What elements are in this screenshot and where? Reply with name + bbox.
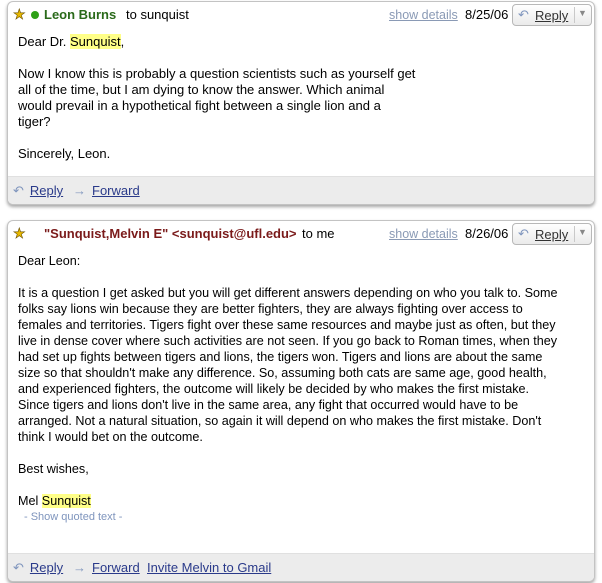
recipient-text: to sunquist <box>126 7 189 22</box>
signature: Mel Sunquist <box>18 494 91 508</box>
message-paragraph: It is a question I get asked but you wil… <box>18 286 558 444</box>
recipient-text: to me <box>302 226 335 241</box>
star-icon[interactable]: ★ <box>13 226 26 241</box>
reply-arrow-icon: ↶ <box>518 7 529 22</box>
message-footer: ↶ Reply → Forward Invite Melvin to Gmail <box>8 553 594 581</box>
footer-reply-link[interactable]: ↶ Reply <box>13 560 63 576</box>
reply-button[interactable]: ↶ Reply ▼ <box>512 223 592 245</box>
sender-name[interactable]: "Sunquist,Melvin E" <sunquist@ufl.edu> <box>44 226 297 241</box>
message-header[interactable]: ★ Leon Burns to sunquist show details 8/… <box>8 2 594 26</box>
search-highlight: Sunquist <box>70 34 121 49</box>
chevron-down-icon[interactable]: ▼ <box>577 8 588 18</box>
closing: Sincerely, Leon. <box>18 146 111 161</box>
message-body: Dear Leon: It is a question I get asked … <box>18 253 584 524</box>
reply-button-label: Reply <box>535 227 569 242</box>
divider <box>574 7 575 23</box>
footer-forward-link[interactable]: → Forward <box>73 183 140 198</box>
reply-button[interactable]: ↶ Reply ▼ <box>512 4 592 26</box>
show-details-link[interactable]: show details <box>389 227 458 241</box>
chevron-down-icon[interactable]: ▼ <box>577 227 588 237</box>
star-icon[interactable]: ★ <box>13 7 26 22</box>
closing: Best wishes, <box>18 462 89 476</box>
message-paragraph: Now I know this is probably a question s… <box>18 66 416 129</box>
message-body: Dear Dr. Sunquist, Now I know this is pr… <box>18 34 584 162</box>
show-quoted-text-link[interactable]: - Show quoted text - <box>24 511 122 523</box>
footer-reply-link[interactable]: ↶ Reply <box>13 183 63 199</box>
online-status-icon <box>31 11 39 19</box>
invite-to-gmail-link[interactable]: Invite Melvin to Gmail <box>147 560 271 575</box>
message-card-1: ★ Leon Burns to sunquist show details 8/… <box>7 1 595 205</box>
reply-arrow-icon: ↶ <box>518 226 529 241</box>
greeting: Dear Dr. Sunquist, <box>18 34 125 49</box>
message-header[interactable]: ★ "Sunquist,Melvin E" <sunquist@ufl.edu>… <box>8 221 594 245</box>
footer-forward-link[interactable]: → Forward <box>73 560 140 575</box>
greeting: Dear Leon: <box>18 254 81 268</box>
message-footer: ↶ Reply → Forward <box>8 176 594 204</box>
show-details-link[interactable]: show details <box>389 8 458 22</box>
message-date: 8/26/06 <box>465 226 509 241</box>
search-highlight: Sunquist <box>41 494 91 508</box>
message-date: 8/25/06 <box>465 7 509 22</box>
reply-arrow-icon: ↶ <box>13 183 24 198</box>
reply-arrow-icon: ↶ <box>13 560 24 575</box>
forward-arrow-icon: → <box>73 183 86 198</box>
forward-arrow-icon: → <box>73 560 86 575</box>
reply-button-label: Reply <box>535 8 569 23</box>
message-card-2: ★ "Sunquist,Melvin E" <sunquist@ufl.edu>… <box>7 220 595 582</box>
divider <box>574 226 575 242</box>
sender-name[interactable]: Leon Burns <box>44 7 116 22</box>
